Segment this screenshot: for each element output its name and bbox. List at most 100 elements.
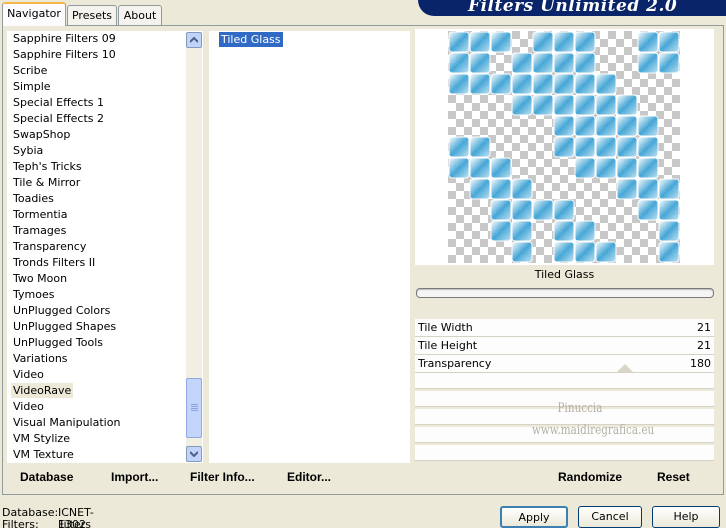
filter-list[interactable]: Tiled Glass (209, 31, 410, 463)
glass-tile (595, 157, 617, 179)
glass-tile (553, 220, 575, 242)
glass-tile (595, 115, 617, 137)
glass-tile (490, 178, 512, 200)
glass-tile (490, 220, 512, 242)
glass-tile (637, 115, 659, 137)
status-filters: Filters: 1302 (2, 519, 86, 528)
glass-tile (490, 31, 512, 53)
glass-tile (616, 94, 638, 116)
randomize-button[interactable]: Randomize (558, 470, 622, 484)
glass-tile (553, 94, 575, 116)
glass-tile (658, 178, 680, 200)
glass-tile (637, 178, 659, 200)
category-item[interactable]: Teph's Tricks (11, 159, 84, 174)
glass-tile (553, 136, 575, 158)
category-item[interactable]: Special Effects 2 (11, 111, 106, 126)
category-item[interactable]: Tile & Mirror (11, 175, 82, 190)
category-item[interactable]: Sybia (11, 143, 45, 158)
glass-tile (574, 241, 596, 263)
glass-tile (658, 31, 680, 53)
glass-tile (637, 31, 659, 53)
progress-bar (416, 288, 714, 298)
glass-tile (532, 52, 554, 74)
glass-tile (469, 136, 491, 158)
glass-tile (595, 136, 617, 158)
database-button[interactable]: Database (20, 470, 73, 484)
glass-tile (469, 73, 491, 95)
category-item[interactable]: Toadies (11, 191, 56, 206)
category-item[interactable]: UnPlugged Shapes (11, 319, 118, 334)
param-tile-height[interactable]: Tile Height 21 (415, 337, 714, 355)
import-button[interactable]: Import... (111, 470, 158, 484)
glass-tile (469, 31, 491, 53)
glass-tile (448, 52, 470, 74)
tab-navigator[interactable]: Navigator (2, 2, 66, 26)
glass-tile (574, 220, 596, 242)
glass-tile (511, 73, 533, 95)
category-item[interactable]: Special Effects 1 (11, 95, 106, 110)
glass-tile (553, 52, 575, 74)
glass-tile (595, 94, 617, 116)
category-item[interactable]: Sapphire Filters 10 (11, 47, 118, 62)
category-item[interactable]: Sapphire Filters 09 (11, 31, 118, 46)
category-item[interactable]: Variations (11, 351, 70, 366)
apply-button[interactable]: Apply (500, 506, 568, 528)
category-item[interactable]: VM Texture (11, 447, 76, 462)
reset-button[interactable]: Reset (657, 470, 690, 484)
watermark: Pinuccia www.maidiregrafica.eu (532, 398, 654, 442)
category-item[interactable]: Scribe (11, 63, 49, 78)
editor-button[interactable]: Editor... (287, 470, 331, 484)
watermark-name: Pinuccia (557, 401, 603, 416)
category-item[interactable]: VM Stylize (11, 431, 72, 446)
category-item[interactable]: Video (11, 399, 46, 414)
glass-tile (574, 31, 596, 53)
filter-info-button[interactable]: Filter Info... (190, 470, 255, 484)
glass-tile (448, 136, 470, 158)
category-item[interactable]: UnPlugged Tools (11, 335, 105, 350)
glass-tile (574, 94, 596, 116)
category-item[interactable]: Two Moon (11, 271, 69, 286)
glass-tile (511, 199, 533, 221)
tab-presets[interactable]: Presets (67, 5, 117, 25)
category-list[interactable]: Sapphire Filters 09 Sapphire Filters 10 … (7, 31, 203, 463)
category-item[interactable]: Transparency (11, 239, 88, 254)
category-item[interactable]: Simple (11, 79, 53, 94)
filter-item-selected[interactable]: Tiled Glass (219, 32, 283, 47)
param-transparency[interactable]: Transparency 180 (415, 355, 714, 373)
category-item[interactable]: Visual Manipulation (11, 415, 122, 430)
filters-unlimited-banner: Filters Unlimited 2.0 (418, 0, 726, 16)
glass-tile (574, 157, 596, 179)
glass-tile (658, 241, 680, 263)
param-tile-width[interactable]: Tile Width 21 (415, 319, 714, 337)
category-item[interactable]: SwapShop (11, 127, 72, 142)
glass-tile (448, 157, 470, 179)
param-value[interactable]: 180 (690, 357, 711, 370)
category-item[interactable]: Video (11, 367, 46, 382)
param-value[interactable]: 21 (697, 321, 711, 334)
glass-tile (574, 73, 596, 95)
category-scrollbar[interactable] (186, 32, 202, 462)
scroll-thumb[interactable] (186, 378, 202, 438)
glass-tile (469, 52, 491, 74)
glass-tile (637, 52, 659, 74)
category-item[interactable]: Tymoes (11, 287, 56, 302)
category-item[interactable]: Tronds Filters II (11, 255, 97, 270)
glass-tile (553, 199, 575, 221)
category-item[interactable]: Tormentia (11, 207, 69, 222)
glass-tile (532, 31, 554, 53)
category-item[interactable]: UnPlugged Colors (11, 303, 112, 318)
cancel-button[interactable]: Cancel (578, 506, 642, 528)
glass-tile (574, 52, 596, 74)
glass-tile (658, 199, 680, 221)
help-button[interactable]: Help (652, 506, 720, 528)
scroll-up-button[interactable] (186, 32, 202, 48)
tab-about[interactable]: About (118, 5, 162, 25)
scroll-down-button[interactable] (186, 446, 202, 462)
glass-tile (490, 157, 512, 179)
param-value[interactable]: 21 (697, 339, 711, 352)
chevron-down-icon (190, 451, 198, 457)
category-item-selected[interactable]: VideoRave (11, 383, 74, 398)
category-item[interactable]: Tramages (11, 223, 68, 238)
glass-tile (511, 52, 533, 74)
glass-tile (532, 199, 554, 221)
